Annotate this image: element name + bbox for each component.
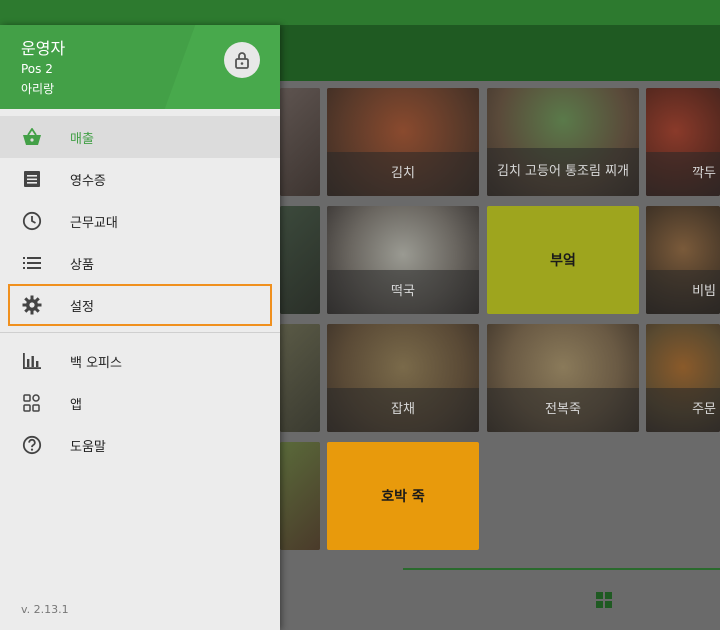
menu-label: 영수증 (70, 173, 106, 189)
drawer-header: 운영자 Pos 2 아리랑 (0, 25, 280, 109)
item-tile-bibimbap[interactable]: 비빔 (646, 206, 720, 314)
menu-label: 백 오피스 (70, 355, 122, 371)
item-tile[interactable] (280, 324, 320, 432)
item-tile[interactable] (280, 206, 320, 314)
item-tile-kitchen[interactable]: 부엌 (487, 206, 639, 314)
menu-item-help[interactable]: 도움말 (0, 424, 280, 466)
item-grid: 김치 떡국 잡채 호박 죽 김치 고등어 통조림 찌개 부엌 전복죽 깍두 비빔… (280, 81, 720, 630)
menu-item-sales[interactable]: 매출 (0, 116, 280, 158)
item-label: 김치 (327, 152, 479, 196)
menu-label: 설정 (70, 299, 94, 315)
item-tile-kimchi[interactable]: 김치 (327, 88, 479, 196)
menu-label: 도움말 (70, 439, 106, 455)
item-tile[interactable] (280, 442, 320, 550)
item-label: 깍두 (646, 152, 720, 196)
tab-indicator (403, 568, 720, 570)
item-label: 전복죽 (487, 388, 639, 432)
clock-icon (22, 211, 42, 231)
basket-icon (22, 127, 42, 147)
item-tile[interactable] (280, 88, 320, 196)
menu-item-settings[interactable]: 설정 (8, 284, 272, 326)
item-tile-stew[interactable]: 김치 고등어 통조림 찌개 (487, 88, 639, 196)
item-label: 비빔 (646, 270, 720, 314)
item-tile-order[interactable]: 주문 (646, 324, 720, 432)
item-label: 잡채 (327, 388, 479, 432)
menu-divider (0, 332, 280, 333)
item-tile-kkakdugi[interactable]: 깍두 (646, 88, 720, 196)
menu-item-shifts[interactable]: 근무교대 (0, 200, 280, 242)
item-label: 부엌 (550, 253, 576, 269)
grid-view-icon[interactable] (596, 592, 612, 608)
menu-item-receipts[interactable]: 영수증 (0, 158, 280, 200)
lock-icon (235, 52, 249, 69)
item-tile-hobak-juk[interactable]: 호박 죽 (327, 442, 479, 550)
menu-label: 상품 (70, 257, 94, 273)
item-tile-tteokguk[interactable]: 떡국 (327, 206, 479, 314)
menu-label: 매출 (70, 131, 94, 147)
menu-label: 앱 (70, 397, 82, 413)
item-tile-japchae[interactable]: 잡채 (327, 324, 479, 432)
receipt-icon (22, 169, 42, 189)
gear-icon (22, 295, 42, 315)
item-tile-jeonbokjuk[interactable]: 전복죽 (487, 324, 639, 432)
navigation-drawer: 운영자 Pos 2 아리랑 매출 영수증 근무교대 상품 설정 백 오피스 앱 … (0, 25, 280, 630)
app-bar (280, 25, 720, 81)
drawer-menu: 매출 영수증 근무교대 상품 설정 백 오피스 앱 도움말 (0, 116, 280, 466)
menu-label: 근무교대 (70, 215, 118, 231)
status-bar (0, 0, 720, 25)
app-version: v. 2.13.1 (21, 603, 69, 616)
menu-item-items[interactable]: 상품 (0, 242, 280, 284)
item-label: 호박 죽 (381, 489, 425, 505)
user-name: 운영자 (21, 39, 66, 58)
pos-name: Pos 2 (21, 62, 53, 76)
apps-icon (22, 393, 42, 413)
help-icon (22, 435, 42, 455)
store-name: 아리랑 (21, 82, 55, 96)
item-label: 떡국 (327, 270, 479, 314)
bar-chart-icon (22, 351, 42, 371)
lock-button[interactable] (224, 42, 260, 78)
item-label: 김치 고등어 통조림 찌개 (487, 148, 639, 196)
item-label: 주문 (646, 388, 720, 432)
menu-item-back-office[interactable]: 백 오피스 (0, 340, 280, 382)
list-icon (22, 253, 42, 273)
menu-item-apps[interactable]: 앱 (0, 382, 280, 424)
